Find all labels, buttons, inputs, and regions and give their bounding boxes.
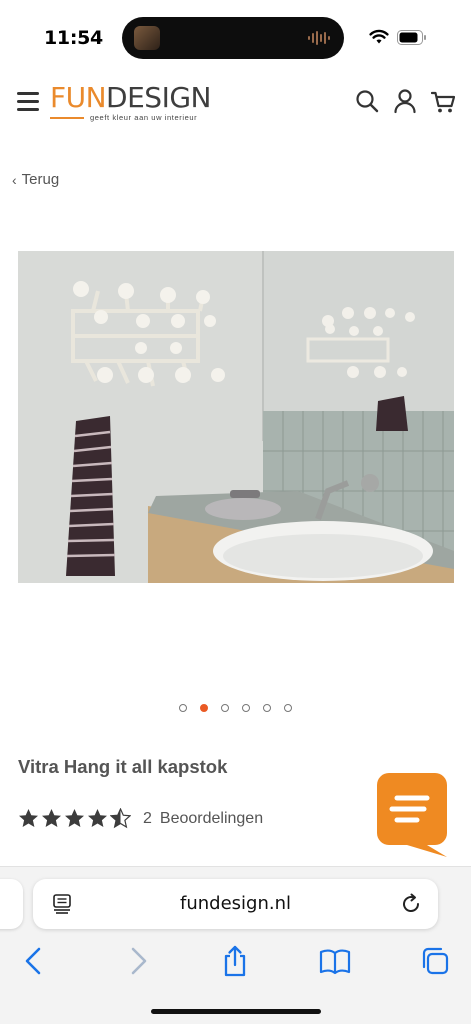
product-rating[interactable]: 2 Beoordelingen (18, 808, 263, 829)
site-header: FUNDESIGN geeft kleur aan uw interieur (0, 76, 471, 136)
status-indicators (369, 29, 427, 45)
rating-stars (18, 808, 131, 829)
carousel-dot[interactable] (263, 704, 271, 712)
carousel-dot[interactable] (200, 704, 208, 712)
bookmarks-icon[interactable] (319, 945, 351, 977)
carousel-dot[interactable] (179, 704, 187, 712)
fundesign-logo[interactable]: FUNDESIGN geeft kleur aan uw interieur (50, 82, 220, 126)
star-full-icon (42, 809, 61, 827)
back-label: Terug (21, 171, 60, 188)
dynamic-island (122, 17, 344, 59)
status-bar: 11:54 (0, 0, 471, 76)
search-icon[interactable] (355, 88, 379, 114)
chat-button[interactable] (377, 773, 447, 857)
chevron-left-icon: ‹ (12, 171, 17, 188)
address-bar[interactable]: fundesign.nl (33, 879, 438, 929)
logo-tagline: geeft kleur aan uw interieur (90, 113, 198, 122)
home-indicator (151, 1009, 321, 1014)
back-link[interactable]: ‹ Terug (12, 171, 59, 188)
status-time: 11:54 (44, 27, 103, 49)
product-image[interactable] (18, 251, 454, 583)
cart-icon[interactable] (431, 88, 455, 114)
carousel-dot[interactable] (242, 704, 250, 712)
previous-tab-preview[interactable] (0, 879, 23, 929)
header-actions (355, 88, 455, 114)
star-full-icon (65, 809, 84, 827)
logo-wordmark: FUNDESIGN (50, 82, 220, 114)
star-full-icon (19, 809, 38, 827)
account-icon[interactable] (393, 88, 417, 114)
star-half-icon (110, 808, 131, 829)
logo-fun: FUN (50, 81, 107, 114)
back-icon[interactable] (19, 945, 51, 977)
share-icon[interactable] (219, 945, 251, 977)
product-title: Vitra Hang it all kapstok (18, 756, 228, 777)
carousel-dot[interactable] (221, 704, 229, 712)
product-photo (18, 251, 454, 583)
now-playing-artwork (134, 26, 160, 50)
star-full-icon (88, 809, 107, 827)
carousel-dot[interactable] (284, 704, 292, 712)
menu-icon[interactable] (17, 92, 39, 112)
forward-icon[interactable] (121, 945, 153, 977)
url-text: fundesign.nl (180, 893, 291, 914)
tabs-icon[interactable] (419, 945, 451, 977)
carousel-dots (0, 704, 471, 712)
logo-design: DESIGN (106, 81, 211, 114)
browser-toolbar (0, 945, 471, 985)
wifi-icon (369, 29, 389, 44)
battery-icon (397, 29, 426, 45)
audio-wave-icon (308, 31, 330, 45)
reload-icon[interactable] (399, 892, 423, 916)
review-label: Beoordelingen (159, 809, 264, 827)
logo-underline (50, 117, 84, 119)
browser-chrome: fundesign.nl (0, 866, 471, 1024)
review-count: 2 (143, 809, 152, 827)
